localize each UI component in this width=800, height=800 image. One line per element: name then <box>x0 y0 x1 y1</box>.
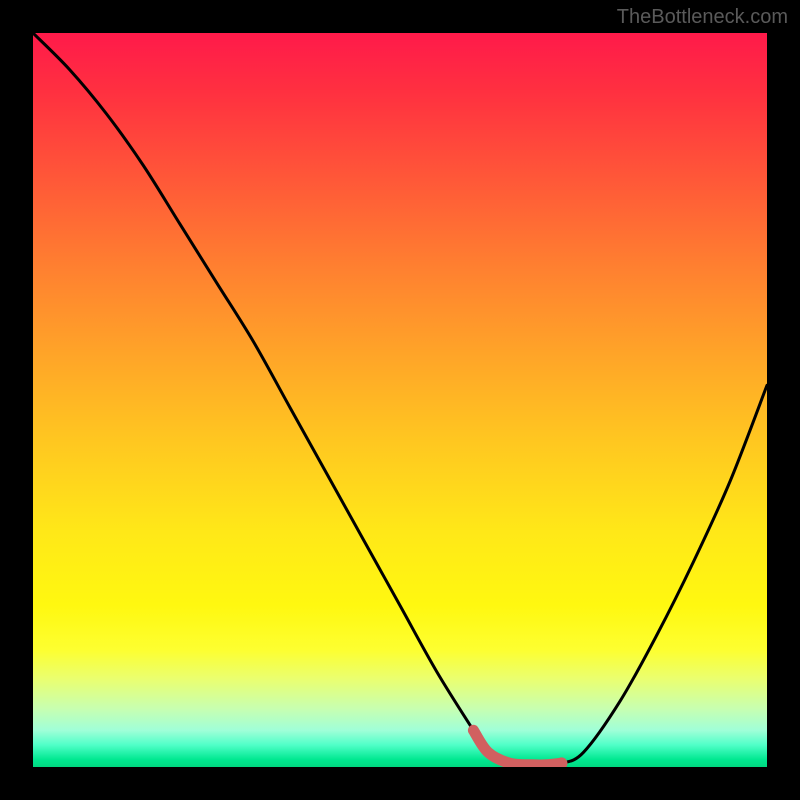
chart-plot-area <box>33 33 767 767</box>
chart-svg <box>33 33 767 767</box>
bottleneck-curve-line <box>33 33 767 765</box>
watermark-text: TheBottleneck.com <box>617 6 788 29</box>
optimal-region-highlight <box>473 730 561 765</box>
